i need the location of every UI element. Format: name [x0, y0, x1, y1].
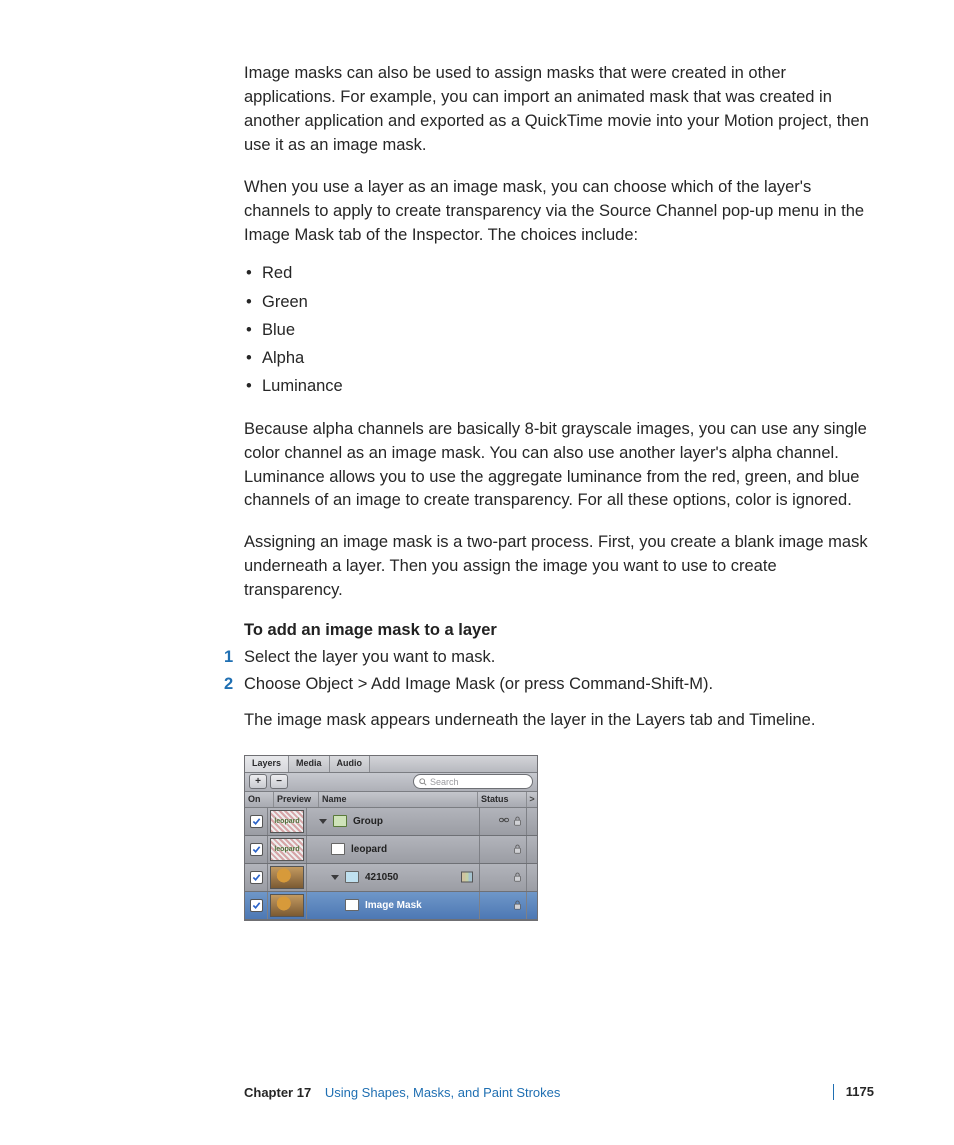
- visibility-checkbox[interactable]: [245, 836, 268, 863]
- layer-name-cell[interactable]: 421050: [307, 864, 480, 891]
- group-icon: [333, 815, 347, 827]
- list-item: Luminance: [244, 372, 874, 400]
- page-footer: Chapter 17 Using Shapes, Masks, and Pain…: [0, 1070, 954, 1100]
- step-item: 2 Choose Object > Add Image Mask (or pres…: [224, 671, 874, 698]
- tab-audio[interactable]: Audio: [330, 756, 371, 772]
- remove-button[interactable]: −: [270, 774, 288, 789]
- paragraph: Because alpha channels are basically 8-b…: [244, 418, 874, 514]
- text-icon: [331, 843, 345, 855]
- step-number: 2: [224, 671, 233, 698]
- list-item: Alpha: [244, 344, 874, 372]
- tab-layers[interactable]: Layers: [245, 756, 289, 772]
- expand-cell: [527, 808, 537, 835]
- list-item: Green: [244, 288, 874, 316]
- expand-cell: [527, 864, 537, 891]
- status-cell: [480, 864, 527, 891]
- paragraph: Assigning an image mask is a two-part pr…: [244, 531, 874, 603]
- layer-name-label: 421050: [365, 872, 398, 883]
- layer-name-label: Image Mask: [365, 900, 422, 911]
- step-number: 1: [224, 644, 233, 671]
- layer-name-label: Group: [353, 816, 383, 827]
- header-on[interactable]: On: [245, 792, 274, 807]
- tab-media[interactable]: Media: [289, 756, 330, 772]
- preview-thumbnail: [268, 864, 307, 891]
- table-row[interactable]: leopard: [245, 836, 537, 864]
- expand-cell: [527, 836, 537, 863]
- search-icon: [419, 778, 427, 786]
- disclosure-triangle-icon[interactable]: [319, 819, 327, 824]
- chapter-title: Using Shapes, Masks, and Paint Strokes: [325, 1085, 561, 1100]
- step-list: 1 Select the layer you want to mask. 2 Cho…: [224, 644, 874, 698]
- layer-name-cell[interactable]: Group: [307, 808, 480, 835]
- lock-icon[interactable]: [513, 816, 522, 826]
- search-placeholder: Search: [430, 777, 459, 787]
- layer-name-label: leopard: [351, 844, 387, 855]
- column-headers: On Preview Name Status >: [245, 792, 537, 808]
- lock-icon[interactable]: [513, 872, 522, 882]
- document-page: Image masks can also be used to assign m…: [0, 0, 954, 1070]
- mask-badge-icon: [461, 872, 473, 883]
- lock-icon[interactable]: [513, 844, 522, 854]
- procedure-heading: To add an image mask to a layer: [244, 621, 874, 640]
- preview-thumbnail: [268, 808, 307, 835]
- chapter-label: Chapter 17: [244, 1085, 311, 1100]
- header-name[interactable]: Name: [319, 792, 478, 807]
- paragraph: Image masks can also be used to assign m…: [244, 62, 874, 158]
- search-input[interactable]: Search: [413, 774, 533, 789]
- paragraph: When you use a layer as an image mask, y…: [244, 176, 874, 248]
- mask-icon: [345, 899, 359, 911]
- preview-thumbnail: [268, 892, 307, 919]
- preview-thumbnail: [268, 836, 307, 863]
- footer-left: Chapter 17 Using Shapes, Masks, and Pain…: [244, 1085, 560, 1100]
- visibility-checkbox[interactable]: [245, 864, 268, 891]
- panel-toolbar: + − Search: [245, 773, 537, 792]
- layer-name-cell[interactable]: Image Mask: [307, 892, 480, 919]
- status-cell: [480, 892, 527, 919]
- list-item: Red: [244, 259, 874, 287]
- channel-list: Red Green Blue Alpha Luminance: [244, 259, 874, 399]
- layers-panel: Layers Media Audio + − Search On Preview…: [244, 755, 538, 921]
- link-icon[interactable]: [499, 815, 509, 828]
- status-cell: [480, 808, 527, 835]
- list-item: Blue: [244, 316, 874, 344]
- lock-icon[interactable]: [513, 900, 522, 910]
- step-item: 1 Select the layer you want to mask.: [224, 644, 874, 671]
- disclosure-triangle-icon[interactable]: [331, 875, 339, 880]
- header-preview[interactable]: Preview: [274, 792, 319, 807]
- visibility-checkbox[interactable]: [245, 808, 268, 835]
- page-number: 1175: [833, 1084, 874, 1100]
- status-cell: [480, 836, 527, 863]
- img-icon: [345, 871, 359, 883]
- visibility-checkbox[interactable]: [245, 892, 268, 919]
- header-status[interactable]: Status: [478, 792, 527, 807]
- table-row[interactable]: Image Mask: [245, 892, 537, 920]
- layer-name-cell[interactable]: leopard: [307, 836, 480, 863]
- step-text: Select the layer you want to mask.: [244, 648, 495, 666]
- add-button[interactable]: +: [249, 774, 267, 789]
- paragraph: The image mask appears underneath the la…: [244, 709, 874, 733]
- panel-tab-bar: Layers Media Audio: [245, 756, 537, 773]
- header-expand[interactable]: >: [527, 792, 537, 807]
- expand-cell: [527, 892, 537, 919]
- table-row[interactable]: 421050: [245, 864, 537, 892]
- table-row[interactable]: Group: [245, 808, 537, 836]
- step-text: Choose Object > Add Image Mask (or press…: [244, 675, 713, 693]
